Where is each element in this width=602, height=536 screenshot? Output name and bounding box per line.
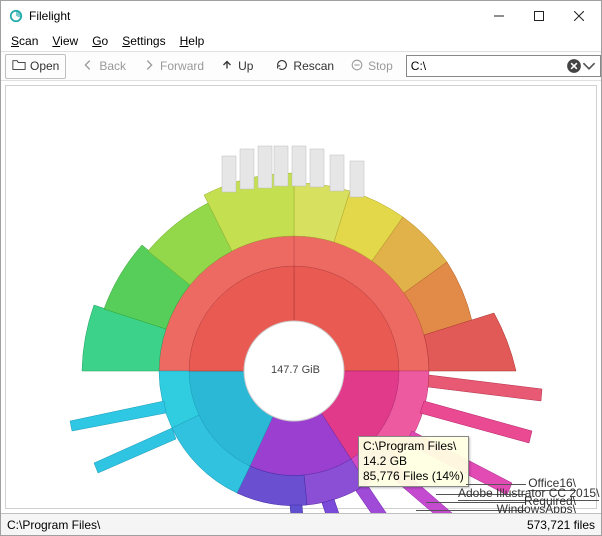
maximize-button[interactable] — [519, 2, 559, 30]
label-data: data\ — [549, 511, 576, 513]
refresh-icon — [275, 58, 289, 75]
menu-settings[interactable]: Settings — [116, 32, 171, 50]
status-path: C:\Program Files\ — [7, 518, 527, 532]
app-icon — [9, 9, 23, 23]
center-size-label: 147.7 GiB — [271, 364, 320, 376]
clear-address-icon[interactable] — [566, 58, 582, 74]
rescan-button[interactable]: Rescan — [268, 54, 341, 79]
menu-go[interactable]: Go — [86, 32, 114, 50]
chart-frame: 147.7 GiB C:\Program Files\ 14.2 GB 85,7… — [5, 85, 597, 509]
tooltip-path: C:\Program Files\ — [363, 439, 464, 454]
chart-area: 147.7 GiB C:\Program Files\ 14.2 GB 85,7… — [1, 81, 601, 513]
open-label: Open — [30, 59, 59, 73]
menu-help[interactable]: Help — [174, 32, 211, 50]
menu-view[interactable]: View — [46, 32, 84, 50]
up-button[interactable]: Up — [213, 54, 260, 79]
back-button[interactable]: Back — [74, 54, 133, 79]
address-input[interactable] — [411, 59, 566, 73]
stop-label: Stop — [368, 59, 393, 73]
sunburst-chart[interactable] — [6, 86, 596, 513]
titlebar[interactable]: Filelight — [1, 1, 601, 31]
folder-open-icon — [12, 58, 26, 75]
menubar: Scan View Go Settings Help — [1, 31, 601, 51]
address-dropdown-icon[interactable] — [582, 59, 596, 73]
app-window: Filelight Scan View Go Settings Help Ope… — [0, 0, 602, 536]
back-label: Back — [99, 59, 126, 73]
close-button[interactable] — [559, 2, 599, 30]
tooltip-files: 85,776 Files (14%) — [363, 469, 464, 484]
minimize-button[interactable] — [479, 2, 519, 30]
toolbar: Open Back Forward Up Rescan Stop — [1, 51, 601, 81]
arrow-up-icon — [220, 58, 234, 75]
status-filecount: 573,721 files — [527, 518, 595, 532]
rescan-label: Rescan — [293, 59, 334, 73]
up-label: Up — [238, 59, 253, 73]
chevron-left-icon — [81, 58, 95, 75]
stop-icon — [350, 58, 364, 75]
segment-tooltip: C:\Program Files\ 14.2 GB 85,776 Files (… — [358, 436, 469, 487]
statusbar: C:\Program Files\ 573,721 files — [1, 513, 601, 535]
menu-scan[interactable]: Scan — [5, 32, 44, 50]
open-button[interactable]: Open — [5, 54, 66, 79]
tooltip-size: 14.2 GB — [363, 454, 464, 469]
address-bar[interactable] — [406, 55, 601, 77]
chevron-right-icon — [142, 58, 156, 75]
window-title: Filelight — [29, 9, 479, 23]
stop-button[interactable]: Stop — [343, 54, 400, 79]
forward-label: Forward — [160, 59, 204, 73]
forward-button[interactable]: Forward — [135, 54, 211, 79]
